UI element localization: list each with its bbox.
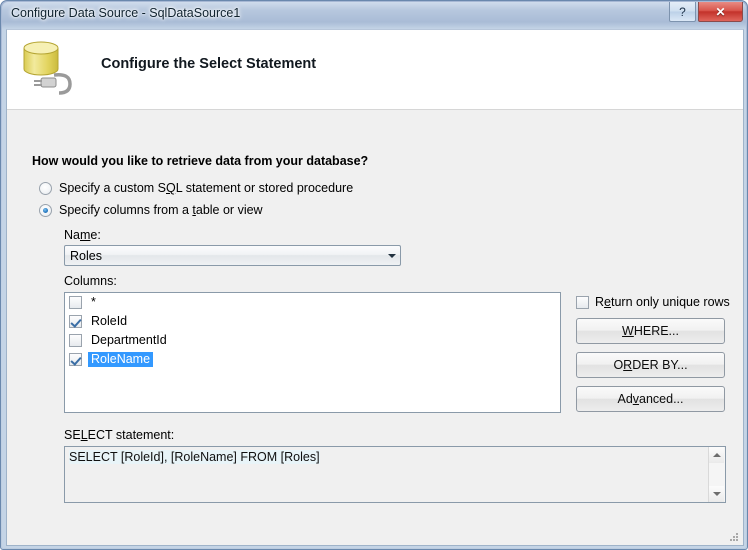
advanced-button[interactable]: Advanced... [576,386,725,412]
where-button[interactable]: WHERE... [576,318,725,344]
page-title: Configure the Select Statement [101,56,316,72]
list-item-label: * [88,295,99,310]
radio-specify-columns-mark [39,204,52,217]
checkbox-icon[interactable] [576,296,589,309]
checkbox-icon[interactable] [69,296,82,309]
scroll-down-icon[interactable] [709,486,724,502]
window-title: Configure Data Source - SqlDataSource1 [11,6,240,20]
advanced-button-label: Advanced... [617,392,683,406]
select-statement-box[interactable]: SELECT [RoleId], [RoleName] FROM [Roles] [64,446,726,503]
resize-grip[interactable] [728,531,740,543]
select-statement-label: SELECT statement: [64,428,174,442]
radio-specify-columns[interactable]: Specify columns from a table or view [39,203,263,217]
columns-label: Columns: [64,274,117,288]
header-banner: Configure the Select Statement [7,30,743,110]
name-label: Name: [64,228,101,242]
question-label: How would you like to retrieve data from… [32,154,368,168]
scroll-up-icon[interactable] [709,447,724,463]
unique-rows-checkbox[interactable]: Return only unique rows [576,295,730,309]
dialog-client-area: Configure the Select Statement How would… [6,29,744,546]
list-item-label: RoleId [88,314,130,329]
checkbox-icon[interactable] [69,353,82,366]
columns-listbox[interactable]: * RoleId DepartmentId RoleName [64,292,561,413]
title-bar[interactable]: Configure Data Source - SqlDataSource1 ?… [1,1,748,29]
checkbox-icon[interactable] [69,334,82,347]
list-item[interactable]: RoleId [65,312,560,331]
list-item-label: DepartmentId [88,333,170,348]
name-dropdown-value: Roles [65,249,383,263]
order-by-button[interactable]: ORDER BY... [576,352,725,378]
select-statement-text: SELECT [RoleId], [RoleName] FROM [Roles] [69,450,320,464]
dialog-body: How would you like to retrieve data from… [7,110,743,545]
database-connection-icon [19,37,85,95]
close-button[interactable]: ✕ [698,2,743,22]
radio-custom-sql-mark [39,182,52,195]
list-item[interactable]: DepartmentId [65,331,560,350]
radio-custom-sql[interactable]: Specify a custom SQL statement or stored… [39,181,353,195]
help-icon: ? [679,5,686,19]
list-item-label: RoleName [88,352,153,367]
radio-custom-sql-label: Specify a custom SQL statement or stored… [59,181,353,195]
order-by-button-label: ORDER BY... [613,358,687,372]
help-button[interactable]: ? [669,2,696,22]
name-dropdown[interactable]: Roles [64,245,401,266]
chevron-down-icon [383,254,400,258]
list-item[interactable]: RoleName [65,350,560,369]
dialog-window: Configure Data Source - SqlDataSource1 ?… [0,0,748,550]
select-statement-scrollbar[interactable] [708,447,725,502]
where-button-label: WHERE... [622,324,679,338]
list-item[interactable]: * [65,293,560,312]
unique-rows-label: Return only unique rows [595,295,730,309]
checkbox-icon[interactable] [69,315,82,328]
close-icon: ✕ [715,5,725,19]
radio-specify-columns-label: Specify columns from a table or view [59,203,263,217]
